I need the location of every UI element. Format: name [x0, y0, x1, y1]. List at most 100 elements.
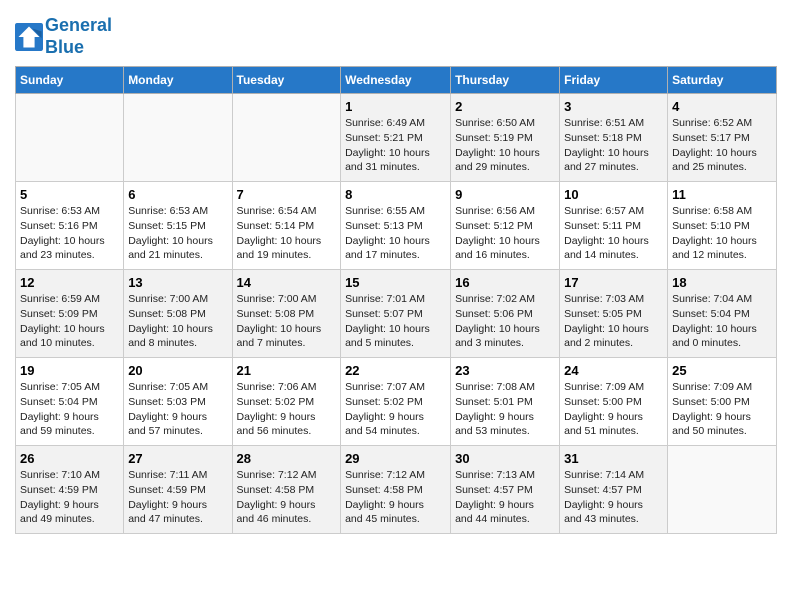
day-number: 30 [455, 451, 555, 466]
day-info: Sunrise: 7:11 AM Sunset: 4:59 PM Dayligh… [128, 468, 227, 527]
day-info: Sunrise: 7:08 AM Sunset: 5:01 PM Dayligh… [455, 380, 555, 439]
calendar-cell: 8 Sunrise: 6:55 AM Sunset: 5:13 PM Daylig… [341, 182, 451, 270]
header: General Blue [15, 10, 777, 58]
day-info: Sunrise: 6:58 AM Sunset: 5:10 PM Dayligh… [672, 204, 772, 263]
calendar-cell: 26 Sunrise: 7:10 AM Sunset: 4:59 PM Dayli… [16, 446, 124, 534]
day-number: 20 [128, 363, 227, 378]
day-number: 4 [672, 99, 772, 114]
day-info: Sunrise: 7:07 AM Sunset: 5:02 PM Dayligh… [345, 380, 446, 439]
logo-icon [15, 23, 43, 51]
calendar-cell: 16 Sunrise: 7:02 AM Sunset: 5:06 PM Dayli… [451, 270, 560, 358]
day-number: 3 [564, 99, 663, 114]
day-number: 9 [455, 187, 555, 202]
calendar-table: SundayMondayTuesdayWednesdayThursdayFrid… [15, 66, 777, 534]
calendar-cell: 20 Sunrise: 7:05 AM Sunset: 5:03 PM Dayli… [124, 358, 232, 446]
calendar-cell [124, 94, 232, 182]
column-header-saturday: Saturday [668, 67, 777, 94]
day-info: Sunrise: 6:56 AM Sunset: 5:12 PM Dayligh… [455, 204, 555, 263]
calendar-week-row: 12 Sunrise: 6:59 AM Sunset: 5:09 PM Dayli… [16, 270, 777, 358]
calendar-cell: 15 Sunrise: 7:01 AM Sunset: 5:07 PM Dayli… [341, 270, 451, 358]
day-number: 31 [564, 451, 663, 466]
day-info: Sunrise: 6:55 AM Sunset: 5:13 PM Dayligh… [345, 204, 446, 263]
column-header-sunday: Sunday [16, 67, 124, 94]
day-info: Sunrise: 6:59 AM Sunset: 5:09 PM Dayligh… [20, 292, 119, 351]
day-info: Sunrise: 7:12 AM Sunset: 4:58 PM Dayligh… [345, 468, 446, 527]
calendar-cell [16, 94, 124, 182]
day-info: Sunrise: 6:52 AM Sunset: 5:17 PM Dayligh… [672, 116, 772, 175]
calendar-cell: 27 Sunrise: 7:11 AM Sunset: 4:59 PM Dayli… [124, 446, 232, 534]
calendar-cell: 31 Sunrise: 7:14 AM Sunset: 4:57 PM Dayli… [560, 446, 668, 534]
day-info: Sunrise: 6:57 AM Sunset: 5:11 PM Dayligh… [564, 204, 663, 263]
day-info: Sunrise: 7:05 AM Sunset: 5:03 PM Dayligh… [128, 380, 227, 439]
day-number: 7 [237, 187, 337, 202]
calendar-cell: 13 Sunrise: 7:00 AM Sunset: 5:08 PM Dayli… [124, 270, 232, 358]
calendar-week-row: 5 Sunrise: 6:53 AM Sunset: 5:16 PM Daylig… [16, 182, 777, 270]
day-info: Sunrise: 6:49 AM Sunset: 5:21 PM Dayligh… [345, 116, 446, 175]
calendar-cell: 6 Sunrise: 6:53 AM Sunset: 5:15 PM Daylig… [124, 182, 232, 270]
day-number: 29 [345, 451, 446, 466]
day-info: Sunrise: 7:05 AM Sunset: 5:04 PM Dayligh… [20, 380, 119, 439]
day-info: Sunrise: 7:06 AM Sunset: 5:02 PM Dayligh… [237, 380, 337, 439]
day-number: 15 [345, 275, 446, 290]
calendar-cell: 1 Sunrise: 6:49 AM Sunset: 5:21 PM Daylig… [341, 94, 451, 182]
calendar-cell: 17Sunrise: 7:03 AM Sunset: 5:05 PM Dayli… [560, 270, 668, 358]
day-number: 12 [20, 275, 119, 290]
day-info: Sunrise: 6:53 AM Sunset: 5:16 PM Dayligh… [20, 204, 119, 263]
calendar-cell: 2Sunrise: 6:50 AM Sunset: 5:19 PM Daylig… [451, 94, 560, 182]
calendar-cell: 9 Sunrise: 6:56 AM Sunset: 5:12 PM Daylig… [451, 182, 560, 270]
day-number: 26 [20, 451, 119, 466]
day-number: 25 [672, 363, 772, 378]
day-number: 13 [128, 275, 227, 290]
column-header-wednesday: Wednesday [341, 67, 451, 94]
calendar-cell: 14Sunrise: 7:00 AM Sunset: 5:08 PM Dayli… [232, 270, 341, 358]
column-header-tuesday: Tuesday [232, 67, 341, 94]
column-header-monday: Monday [124, 67, 232, 94]
day-number: 23 [455, 363, 555, 378]
day-number: 18 [672, 275, 772, 290]
day-number: 22 [345, 363, 446, 378]
calendar-cell: 24Sunrise: 7:09 AM Sunset: 5:00 PM Dayli… [560, 358, 668, 446]
calendar-cell: 4 Sunrise: 6:52 AM Sunset: 5:17 PM Daylig… [668, 94, 777, 182]
day-info: Sunrise: 6:51 AM Sunset: 5:18 PM Dayligh… [564, 116, 663, 175]
day-number: 8 [345, 187, 446, 202]
day-number: 19 [20, 363, 119, 378]
day-number: 16 [455, 275, 555, 290]
calendar-week-row: 1 Sunrise: 6:49 AM Sunset: 5:21 PM Daylig… [16, 94, 777, 182]
calendar-cell: 30 Sunrise: 7:13 AM Sunset: 4:57 PM Dayli… [451, 446, 560, 534]
day-number: 1 [345, 99, 446, 114]
day-info: Sunrise: 6:54 AM Sunset: 5:14 PM Dayligh… [237, 204, 337, 263]
day-number: 5 [20, 187, 119, 202]
day-info: Sunrise: 7:13 AM Sunset: 4:57 PM Dayligh… [455, 468, 555, 527]
day-number: 28 [237, 451, 337, 466]
day-info: Sunrise: 7:10 AM Sunset: 4:59 PM Dayligh… [20, 468, 119, 527]
day-info: Sunrise: 6:50 AM Sunset: 5:19 PM Dayligh… [455, 116, 555, 175]
day-number: 27 [128, 451, 227, 466]
day-info: Sunrise: 6:53 AM Sunset: 5:15 PM Dayligh… [128, 204, 227, 263]
calendar-week-row: 19 Sunrise: 7:05 AM Sunset: 5:04 PM Dayli… [16, 358, 777, 446]
calendar-week-row: 26 Sunrise: 7:10 AM Sunset: 4:59 PM Dayli… [16, 446, 777, 534]
calendar-cell: 11 Sunrise: 6:58 AM Sunset: 5:10 PM Dayli… [668, 182, 777, 270]
day-number: 21 [237, 363, 337, 378]
logo-text: General Blue [45, 15, 112, 58]
day-number: 17 [564, 275, 663, 290]
day-number: 24 [564, 363, 663, 378]
calendar-cell: 22 Sunrise: 7:07 AM Sunset: 5:02 PM Dayli… [341, 358, 451, 446]
calendar-cell [232, 94, 341, 182]
calendar-cell: 18 Sunrise: 7:04 AM Sunset: 5:04 PM Dayli… [668, 270, 777, 358]
day-info: Sunrise: 7:01 AM Sunset: 5:07 PM Dayligh… [345, 292, 446, 351]
calendar-cell: 23 Sunrise: 7:08 AM Sunset: 5:01 PM Dayli… [451, 358, 560, 446]
calendar-cell: 19 Sunrise: 7:05 AM Sunset: 5:04 PM Dayli… [16, 358, 124, 446]
calendar-cell: 28Sunrise: 7:12 AM Sunset: 4:58 PM Dayli… [232, 446, 341, 534]
day-info: Sunrise: 7:02 AM Sunset: 5:06 PM Dayligh… [455, 292, 555, 351]
day-number: 10 [564, 187, 663, 202]
calendar-cell: 12 Sunrise: 6:59 AM Sunset: 5:09 PM Dayli… [16, 270, 124, 358]
calendar-cell: 3 Sunrise: 6:51 AM Sunset: 5:18 PM Daylig… [560, 94, 668, 182]
column-header-thursday: Thursday [451, 67, 560, 94]
day-info: Sunrise: 7:00 AM Sunset: 5:08 PM Dayligh… [128, 292, 227, 351]
day-info: Sunrise: 7:04 AM Sunset: 5:04 PM Dayligh… [672, 292, 772, 351]
day-info: Sunrise: 7:14 AM Sunset: 4:57 PM Dayligh… [564, 468, 663, 527]
calendar-cell: 10 Sunrise: 6:57 AM Sunset: 5:11 PM Dayli… [560, 182, 668, 270]
day-number: 6 [128, 187, 227, 202]
calendar-cell: 25Sunrise: 7:09 AM Sunset: 5:00 PM Dayli… [668, 358, 777, 446]
day-number: 11 [672, 187, 772, 202]
